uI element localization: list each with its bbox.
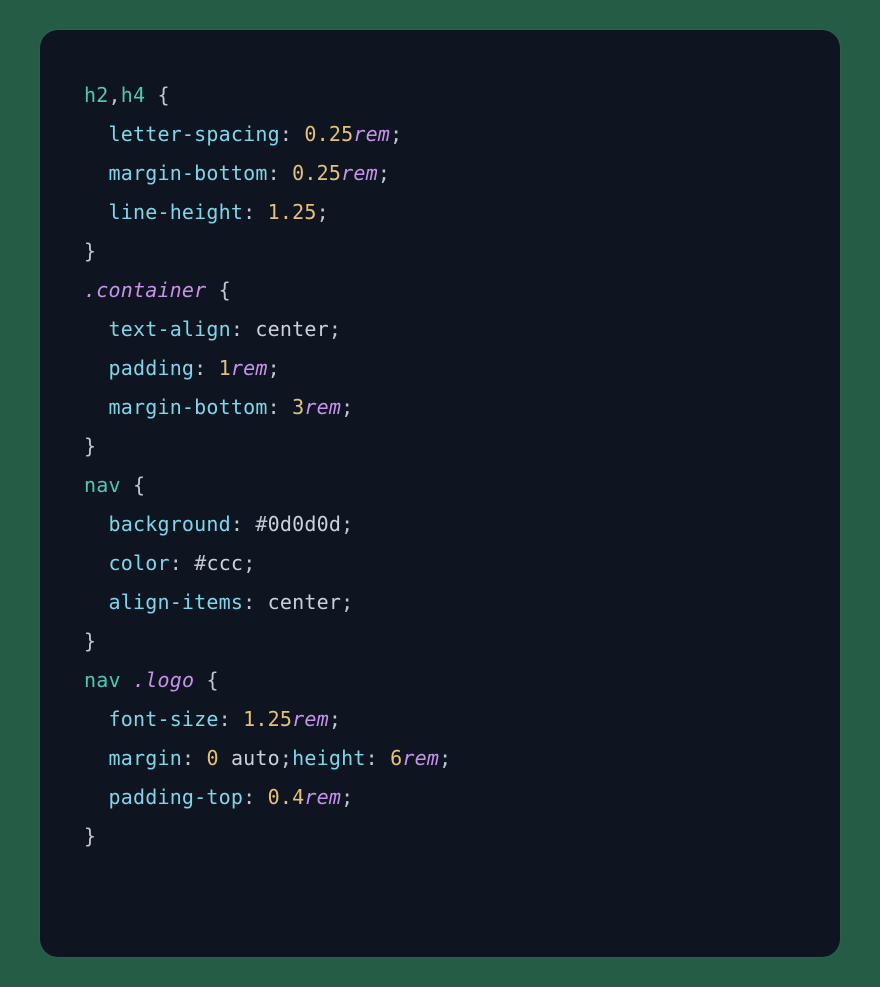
code-card: h2,h4 { letter-spacing: 0.25rem; margin-… (40, 30, 840, 957)
css-code-block: h2,h4 { letter-spacing: 0.25rem; margin-… (84, 76, 796, 856)
